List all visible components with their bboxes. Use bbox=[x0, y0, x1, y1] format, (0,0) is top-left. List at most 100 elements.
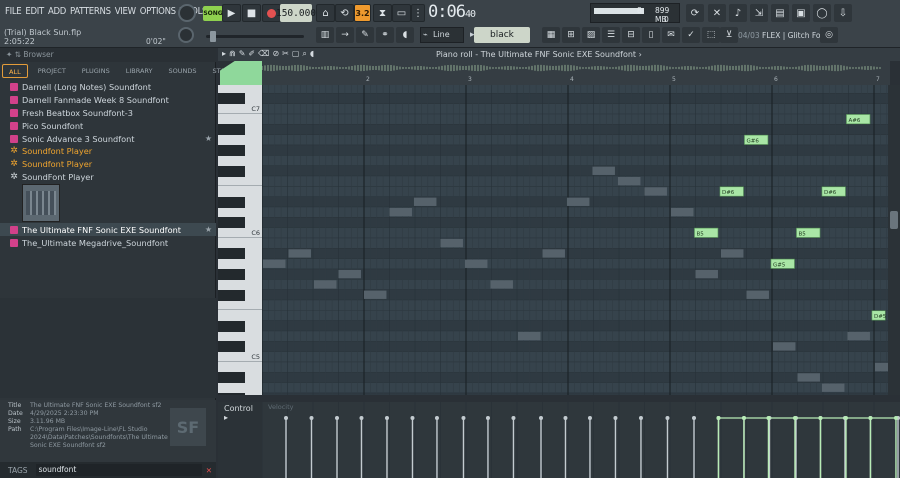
countdown-button[interactable]: ▭ bbox=[392, 4, 411, 22]
plugin-picker-button[interactable]: ▯ bbox=[642, 27, 660, 43]
slice-icon[interactable]: ✂ bbox=[282, 49, 289, 59]
export-button[interactable]: ▣ bbox=[792, 4, 810, 22]
playback-icon[interactable]: ◖ bbox=[310, 49, 314, 59]
black-key[interactable] bbox=[218, 93, 245, 105]
browser-item[interactable]: Sonic Advance 3 Soundfont ★ bbox=[0, 132, 216, 145]
cart-icon: ⊻ bbox=[725, 30, 733, 40]
browser-item[interactable]: The Ultimate FNF Sonic EXE Soundfont ★ bbox=[0, 223, 216, 237]
menu-view[interactable]: VIEW bbox=[113, 6, 138, 17]
browser-item[interactable]: The_Ultimate Megadrive_Soundfont bbox=[0, 236, 216, 249]
paint-icon[interactable]: ✐ bbox=[248, 49, 255, 59]
play-button[interactable]: ▶ bbox=[222, 4, 241, 22]
song-mode-button[interactable]: SONG bbox=[203, 6, 223, 21]
black-key[interactable] bbox=[218, 144, 245, 156]
browser-tab-plugins[interactable]: PLUGINS bbox=[76, 64, 116, 78]
menu-arrow-icon[interactable]: ▸ bbox=[222, 49, 226, 59]
delete-icon[interactable]: ⌫ bbox=[258, 49, 269, 59]
pattern-selector[interactable]: black sun bbox=[470, 27, 530, 56]
black-key[interactable] bbox=[218, 372, 245, 384]
script-button[interactable]: ✉ bbox=[662, 27, 680, 43]
black-key[interactable] bbox=[218, 196, 245, 208]
stop-button[interactable]: ■ bbox=[242, 4, 261, 22]
metronome-button[interactable]: ⌂ bbox=[316, 4, 335, 22]
draw-icon[interactable]: ✎ bbox=[239, 49, 246, 59]
black-key[interactable] bbox=[218, 165, 245, 177]
star-icon[interactable]: ★ bbox=[205, 225, 212, 234]
step-edit-button[interactable]: 3.2 bbox=[354, 4, 371, 22]
menu-file[interactable]: FILE bbox=[3, 6, 23, 17]
blend-notes-button[interactable]: ⋮ bbox=[411, 4, 425, 22]
browser-tab-sounds[interactable]: SOUNDS bbox=[163, 64, 203, 78]
ghost-note bbox=[566, 197, 590, 206]
project-time: 2:05:22 bbox=[4, 37, 35, 46]
browser-item[interactable]: ✲ Soundfont Player bbox=[0, 145, 216, 158]
browser-item[interactable]: ✲ Soundfont Player bbox=[0, 158, 216, 171]
clear-tags-icon[interactable]: ✕ bbox=[202, 466, 216, 475]
mute-icon[interactable]: ⊘ bbox=[272, 49, 279, 59]
timeline-ruler[interactable]: 2 3 4 5 6 7 bbox=[262, 61, 890, 85]
menu-options[interactable]: OPTIONS bbox=[138, 6, 178, 17]
browser-tab-library[interactable]: LIBRARY bbox=[120, 64, 159, 78]
piano-roll-keyboard-button[interactable]: ▥ bbox=[316, 27, 334, 43]
playlist-button[interactable]: ▦ bbox=[542, 27, 560, 43]
select-icon[interactable]: ▢ bbox=[292, 49, 300, 59]
video-button[interactable]: ⬚ bbox=[702, 27, 720, 43]
black-key[interactable] bbox=[218, 320, 245, 332]
browser-tab-project[interactable]: PROJECT bbox=[32, 64, 72, 78]
capture-button[interactable]: ⇲ bbox=[750, 4, 768, 22]
arrow-button[interactable]: → bbox=[336, 27, 354, 43]
master-pitch-knob[interactable] bbox=[178, 27, 194, 43]
black-key[interactable] bbox=[218, 392, 245, 395]
grid-row bbox=[262, 227, 888, 238]
piano-keyboard[interactable]: C7 C6 C5 bbox=[218, 85, 262, 395]
master-slider[interactable] bbox=[206, 31, 304, 42]
wait-input-button[interactable]: ⧗ bbox=[373, 4, 392, 22]
tempo-display[interactable]: 150.000 bbox=[276, 4, 316, 22]
tempo-tapper-button[interactable]: ✓ bbox=[682, 27, 700, 43]
browser-item[interactable]: Pico Soundfont bbox=[0, 119, 216, 132]
menu-add[interactable]: ADD bbox=[46, 6, 68, 17]
tags-input[interactable]: soundfont bbox=[35, 464, 202, 476]
line-mode-select[interactable]: Line bbox=[420, 27, 464, 43]
browser-button[interactable]: ⊟ bbox=[622, 27, 640, 43]
black-key[interactable] bbox=[218, 124, 245, 136]
mixer-button[interactable]: ☰ bbox=[602, 27, 620, 43]
pencil-button[interactable]: ✎ bbox=[356, 27, 374, 43]
chat-button[interactable]: ◯ bbox=[813, 4, 831, 22]
link-button[interactable]: ⚭ bbox=[376, 27, 394, 43]
tools-button[interactable]: ✕ bbox=[708, 4, 726, 22]
song-position-clock[interactable]: 0:0640 bbox=[428, 2, 486, 24]
undo-history-button[interactable]: ⟳ bbox=[686, 4, 704, 22]
black-key[interactable] bbox=[218, 341, 245, 353]
ghost-note bbox=[263, 259, 286, 268]
note-grid[interactable]: A#6 G#6 D#6 D#6 B5 B5 G#5 D#5 bbox=[262, 85, 888, 395]
star-icon[interactable]: ★ bbox=[205, 134, 212, 143]
black-key[interactable] bbox=[218, 248, 245, 260]
speaker-button[interactable]: ◖ bbox=[396, 27, 414, 43]
menu-edit[interactable]: EDIT bbox=[23, 6, 46, 17]
online-button[interactable]: ◎ bbox=[820, 27, 838, 43]
magnet-icon[interactable]: ⋒ bbox=[229, 49, 236, 59]
zoom-icon[interactable]: ⌕ bbox=[302, 49, 306, 59]
browser-item[interactable]: Darnell (Long Notes) Soundfont bbox=[0, 81, 216, 94]
menu-patterns[interactable]: PATTERNS bbox=[68, 6, 113, 17]
black-key[interactable] bbox=[218, 217, 245, 229]
browser-tab-all[interactable]: ALL bbox=[2, 64, 28, 78]
master-volume-knob[interactable] bbox=[178, 4, 196, 22]
piano-roll-button[interactable]: ▨ bbox=[582, 27, 600, 43]
browser-item[interactable]: ✲ SoundFont Player bbox=[0, 171, 216, 184]
cart-button[interactable]: ⊻ bbox=[720, 27, 738, 43]
download-button[interactable]: ⇩ bbox=[834, 4, 852, 22]
vertical-scrollbar[interactable] bbox=[888, 85, 900, 395]
browser-item[interactable]: Darnell Fanmade Week 8 Soundfont bbox=[0, 94, 216, 107]
loop-record-button[interactable]: ⟲ bbox=[335, 4, 354, 22]
black-key[interactable] bbox=[218, 289, 245, 301]
black-key[interactable] bbox=[218, 268, 245, 280]
velocity-lane[interactable] bbox=[261, 402, 900, 478]
grid-row bbox=[262, 155, 888, 166]
channel-rack-button[interactable]: ⊞ bbox=[562, 27, 580, 43]
save-button[interactable]: ▤ bbox=[771, 4, 789, 22]
mic-button[interactable]: ♪ bbox=[729, 4, 747, 22]
grid-row bbox=[262, 124, 888, 135]
browser-item[interactable]: Fresh Beatbox Soundfont-3 bbox=[0, 107, 216, 120]
